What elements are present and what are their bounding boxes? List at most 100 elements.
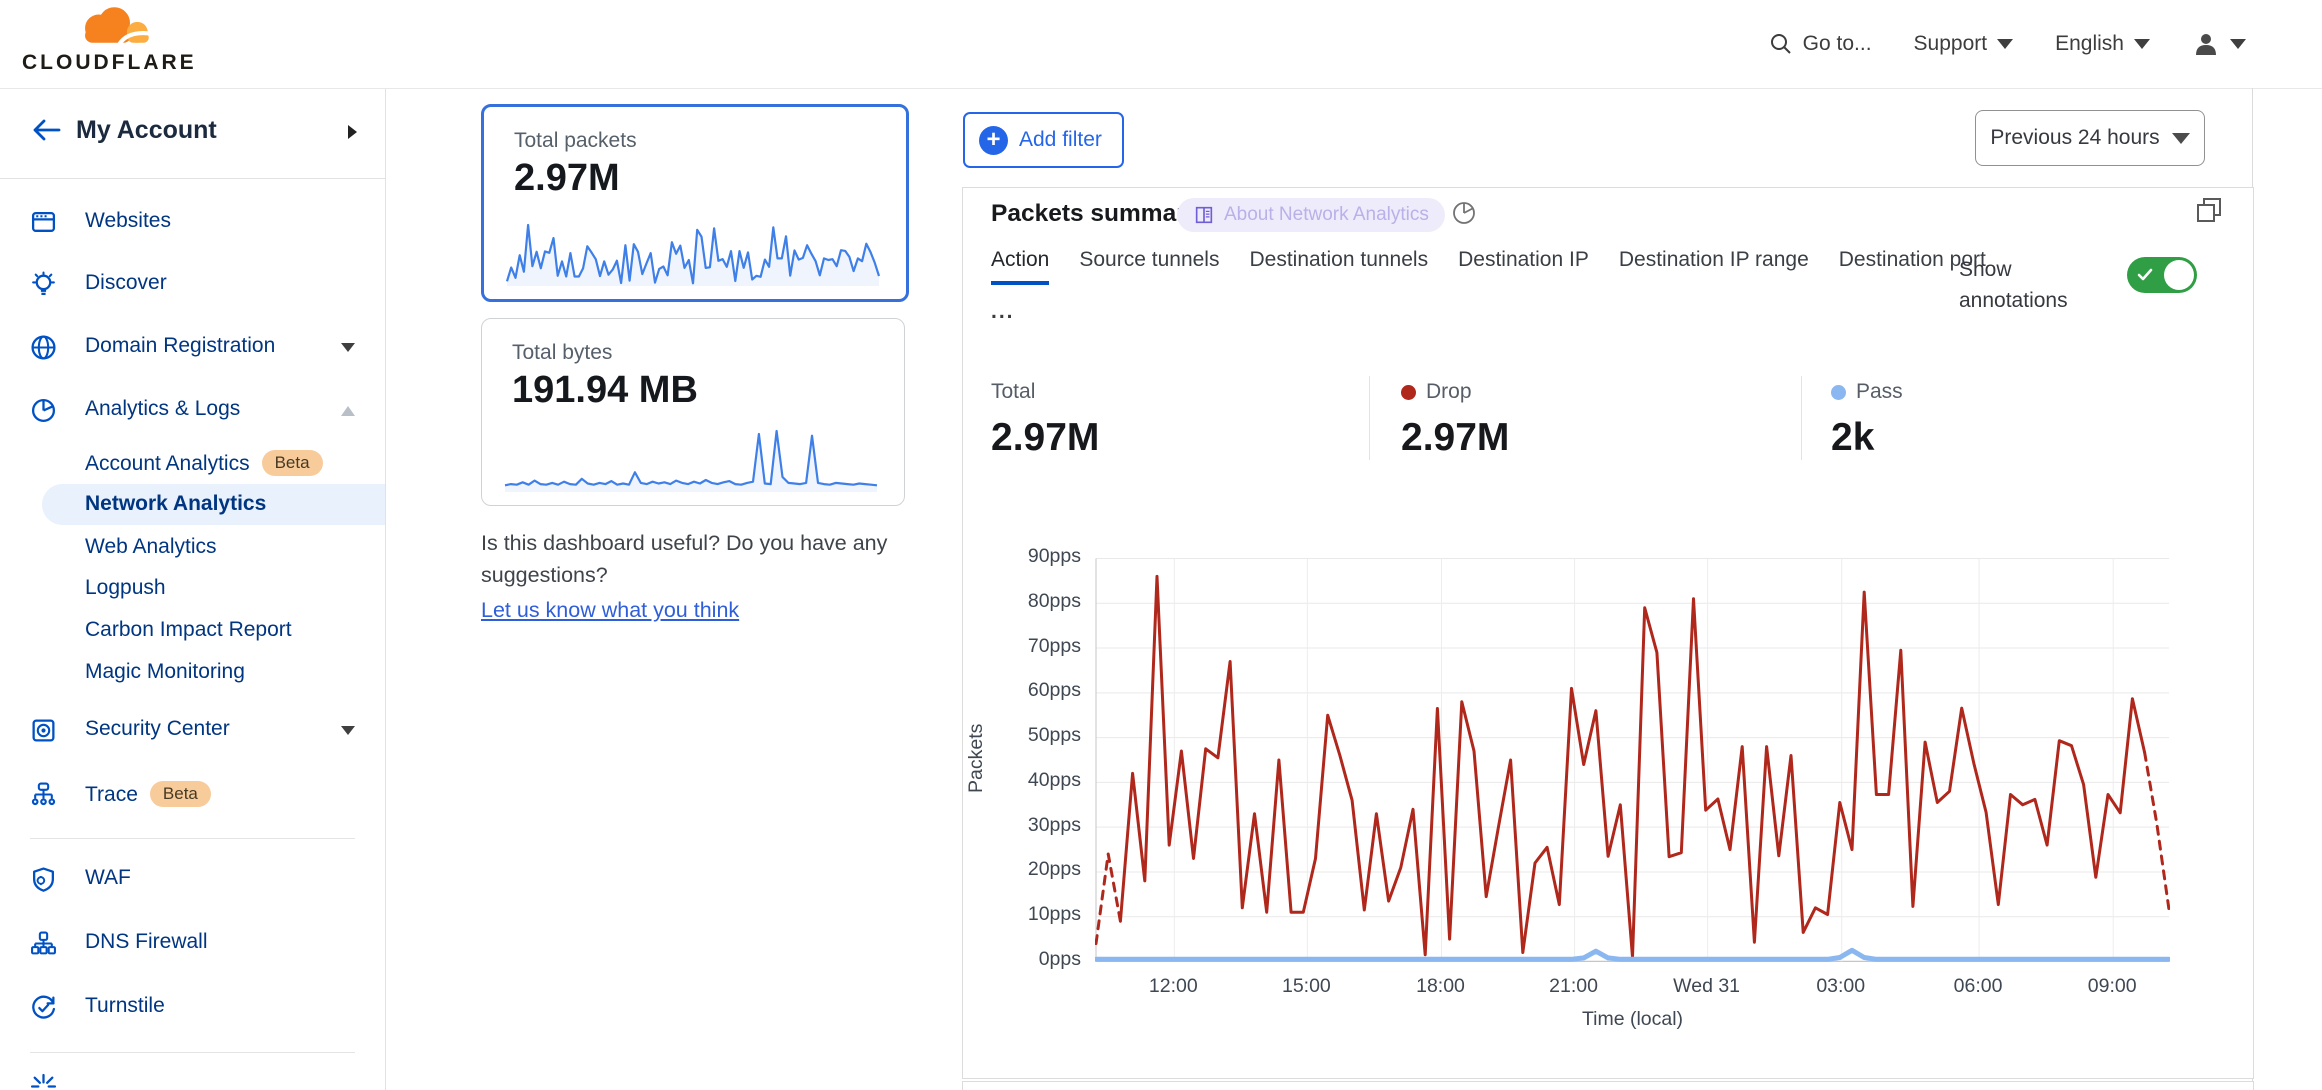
tab-destination-ip-range[interactable]: Destination IP range	[1619, 248, 1809, 285]
time-range-label: Previous 24 hours	[1990, 126, 2159, 150]
sidebar-item-websites[interactable]: Websites	[0, 192, 385, 254]
stat-label: Pass	[1856, 380, 1903, 404]
sidebar-item-trace[interactable]: Trace Beta	[0, 764, 385, 826]
beta-badge: Beta	[150, 781, 211, 807]
tab-destination-ip[interactable]: Destination IP	[1458, 248, 1589, 285]
total-packets-card[interactable]: Total packets 2.97M	[481, 104, 909, 302]
sidebar-divider	[30, 838, 355, 839]
beta-badge: Beta	[262, 450, 323, 476]
sidebar-item-label: Turnstile	[85, 994, 165, 1018]
goto-search[interactable]: Go to...	[1769, 32, 1872, 56]
account-label: My Account	[76, 116, 217, 145]
pass-legend-dot	[1831, 385, 1846, 400]
sidebar-item-label: Logpush	[85, 576, 166, 600]
sidebar-divider	[30, 1052, 355, 1053]
stat-pass: Pass 2k	[1831, 380, 1903, 460]
sidebar-item-label: Trace	[85, 783, 138, 806]
stat-divider	[1369, 376, 1370, 460]
header-actions: Go to... Support English	[1769, 0, 2246, 88]
expand-icon[interactable]	[2193, 194, 2225, 226]
zero-trust-icon[interactable]	[30, 1073, 57, 1090]
about-network-analytics-badge[interactable]: About Network Analytics	[1177, 198, 1445, 232]
cloudflare-dashboard: CLOUDFLARE Go to... Support English	[0, 0, 2322, 1090]
security-center-icon	[30, 717, 57, 744]
stat-label: Drop	[1426, 380, 1472, 404]
trace-icon	[30, 781, 57, 808]
sidebar-item-carbon-impact-report[interactable]: Carbon Impact Report	[0, 610, 385, 651]
sidebar-item-dns-firewall[interactable]: DNS Firewall	[0, 913, 385, 975]
feedback-question: Is this dashboard useful? Do you have an…	[481, 527, 917, 591]
sidebar-item-security-center[interactable]: Security Center	[0, 700, 385, 762]
total-bytes-card[interactable]: Total bytes 191.94 MB	[481, 318, 905, 506]
account-menu[interactable]	[2192, 30, 2246, 58]
sidebar-item-analytics-logs[interactable]: Analytics & Logs	[0, 380, 385, 442]
turnstile-icon	[30, 994, 57, 1021]
sidebar-item-turnstile[interactable]: Turnstile	[0, 977, 385, 1039]
total-packets-sparkline	[506, 219, 880, 287]
cloudflare-logo[interactable]: CLOUDFLARE	[22, 2, 192, 75]
sidebar-item-waf[interactable]: WAF	[0, 849, 385, 911]
support-menu[interactable]: Support	[1914, 32, 2014, 56]
card-value: 2.97M	[514, 157, 620, 200]
user-icon	[2192, 30, 2220, 58]
card-value: 191.94 MB	[512, 369, 698, 412]
caret-down-icon	[2134, 39, 2150, 49]
caret-down-icon	[341, 343, 355, 352]
waf-icon	[30, 866, 57, 893]
sidebar-item-magic-monitoring[interactable]: Magic Monitoring	[0, 652, 385, 693]
sidebar-item-label: Account Analytics	[85, 452, 250, 475]
packets-summary-panel: Packets summary About Network Analytics …	[962, 187, 2254, 1079]
sidebar: My Account Websites Discover	[0, 89, 386, 1090]
sidebar-item-web-analytics[interactable]: Web Analytics	[0, 527, 385, 568]
sidebar-item-label: Discover	[85, 271, 167, 295]
sidebar-item-account-analytics[interactable]: Account Analytics Beta	[0, 442, 385, 483]
y-axis-title: Packets	[965, 688, 991, 828]
show-annotations-toggle[interactable]	[2127, 257, 2197, 293]
caret-up-icon	[341, 406, 355, 416]
stat-value: 2k	[1831, 416, 1903, 460]
y-axis-ticks: 0pps10pps20pps30pps40pps50pps60pps70pps8…	[989, 188, 1081, 1078]
tab-source-tunnels[interactable]: Source tunnels	[1079, 248, 1219, 285]
sidebar-item-label: DNS Firewall	[85, 930, 208, 954]
pie-icon[interactable]	[1451, 200, 1477, 226]
check-icon	[2136, 266, 2154, 284]
sidebar-item-label: Domain Registration	[85, 334, 275, 358]
top-header: CLOUDFLARE Go to... Support English	[0, 0, 2322, 89]
stat-divider	[1801, 376, 1802, 460]
sidebar-item-label: WAF	[85, 866, 131, 890]
domain-registration-icon	[30, 334, 57, 361]
badge-label: About Network Analytics	[1224, 204, 1429, 226]
add-filter-button[interactable]: + Add filter	[963, 112, 1124, 168]
chevron-right-icon[interactable]	[348, 125, 357, 139]
caret-down-icon	[341, 726, 355, 735]
sidebar-item-label: Web Analytics	[85, 535, 217, 559]
feedback-link[interactable]: Let us know what you think	[481, 594, 739, 626]
back-arrow-icon[interactable]	[32, 119, 62, 141]
sidebar-item-label: Carbon Impact Report	[85, 618, 292, 642]
x-axis-ticks: 12:0015:0018:0021:00Wed 3103:0006:0009:0…	[1095, 975, 2170, 1001]
goto-label: Go to...	[1803, 32, 1872, 56]
cloudflare-cloud-icon	[57, 2, 157, 48]
sidebar-item-label: Magic Monitoring	[85, 660, 245, 684]
dns-firewall-icon	[30, 930, 57, 957]
caret-down-icon	[2230, 39, 2246, 49]
book-icon	[1193, 204, 1215, 226]
sidebar-item-domain-registration[interactable]: Domain Registration	[0, 317, 385, 379]
card-label: Total bytes	[512, 341, 612, 365]
tab-destination-tunnels[interactable]: Destination tunnels	[1249, 248, 1428, 285]
stat-value: 2.97M	[1401, 416, 1509, 460]
language-menu[interactable]: English	[2055, 32, 2150, 56]
sidebar-item-label: Security Center	[85, 717, 230, 741]
websites-icon	[30, 209, 57, 236]
card-label: Total packets	[514, 129, 637, 153]
packets-line-chart[interactable]	[1095, 558, 2170, 962]
discover-icon	[30, 271, 57, 298]
sidebar-item-discover[interactable]: Discover	[0, 254, 385, 316]
time-range-dropdown[interactable]: Previous 24 hours	[1975, 110, 2205, 166]
sidebar-item-network-analytics[interactable]: Network Analytics	[0, 484, 385, 525]
analytics-icon	[30, 397, 57, 424]
feedback-block: Is this dashboard useful? Do you have an…	[481, 527, 917, 626]
sidebar-item-logpush[interactable]: Logpush	[0, 568, 385, 609]
next-panel-top-edge	[962, 1081, 2254, 1090]
language-label: English	[2055, 32, 2124, 56]
